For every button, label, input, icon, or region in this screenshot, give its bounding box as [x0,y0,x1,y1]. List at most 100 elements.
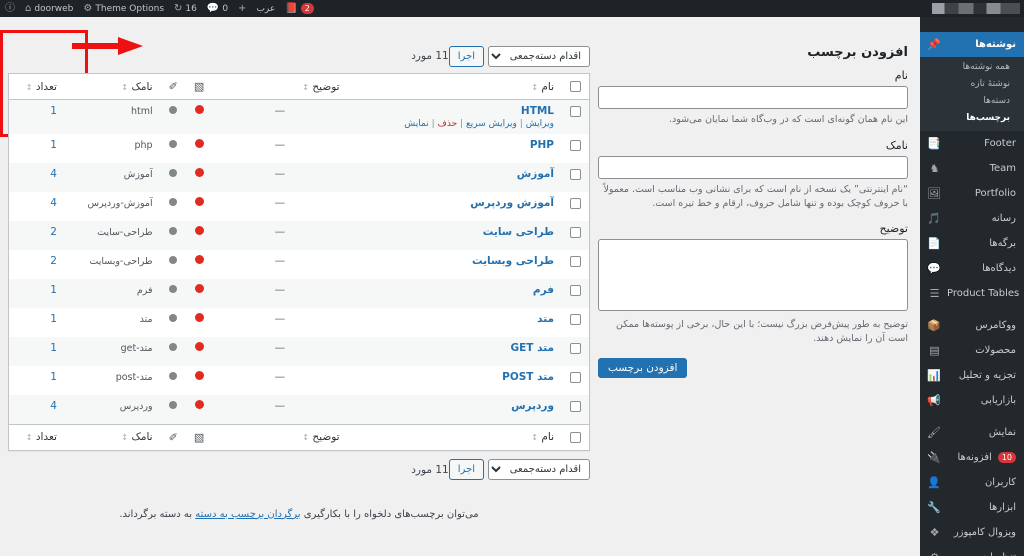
adminbar-yoast-seo[interactable]: 2 📕 [280,0,319,17]
table-row[interactable]: PHP — php 1 [8,134,590,163]
row-checkbox[interactable] [570,255,581,267]
red-dot-icon[interactable] [194,139,204,148]
row-status-red-cell[interactable] [186,250,212,279]
sidebar-item-settings[interactable]: ⚙ تنظیمات [920,545,1024,556]
row-checkbox[interactable] [570,400,581,412]
red-dot-icon[interactable] [194,197,204,206]
submenu-new-post[interactable]: نوشتهٔ تازه [920,76,1024,93]
row-checkbox-cell[interactable] [562,163,590,192]
row-name-link[interactable]: متد POST [502,371,554,383]
table-row[interactable]: آموزش وردپرس — آموزش-وردپرس 4 [8,192,590,221]
sidebar-item-posts[interactable]: 📌 نوشته‌ها [920,32,1024,57]
row-action-view[interactable]: نمایش [404,119,428,129]
table-row[interactable]: فرم — فرم 1 [8,279,590,308]
row-checkbox[interactable] [570,197,581,209]
row-status-grey-cell[interactable] [161,192,186,221]
row-name-link[interactable]: متد [537,313,554,325]
grey-dot-icon[interactable] [169,372,178,380]
sidebar-item-appearance[interactable]: 🖌 نمایش [920,420,1024,445]
row-name-link[interactable]: PHP [530,139,554,151]
sidebar-item-woocommerce[interactable]: 📦 ووکامرس [920,313,1024,338]
sidebar-item-footer[interactable]: 📑 Footer [920,131,1024,156]
table-row[interactable]: طراحی وبسایت — طراحی-وبسایت 2 [8,250,590,279]
row-checkbox[interactable] [570,226,581,238]
footer-count[interactable]: تعداد ↕ [8,423,65,450]
row-name-link[interactable]: HTML [521,105,554,117]
row-checkbox[interactable] [570,168,581,180]
add-tag-button[interactable]: افزودن برچسب [598,357,688,378]
sidebar-item-analytics[interactable]: 📊 تجزیه و تحلیل [920,363,1024,388]
row-name-link[interactable]: فرم [533,284,554,296]
row-status-grey-cell[interactable] [161,100,186,135]
header-icon-pencil[interactable]: ✐ [160,73,186,100]
red-dot-icon[interactable] [194,284,204,293]
row-checkbox[interactable] [570,139,581,151]
sidebar-item-media[interactable]: 🎵 رسانه [920,206,1024,231]
row-status-grey-cell[interactable] [161,395,186,424]
row-count-link[interactable]: 1 [50,105,57,117]
sidebar-item-products[interactable]: ▤ محصولات [920,338,1024,363]
row-status-grey-cell[interactable] [161,366,186,395]
adminbar-site-name[interactable]: doorweb ⌂ [20,0,78,17]
table-row[interactable]: متد — متد 1 [8,308,590,337]
row-checkbox-cell[interactable] [562,308,590,337]
footer-description[interactable]: توضیح ↕ [212,423,348,450]
row-status-red-cell[interactable] [186,337,212,366]
row-count-link[interactable]: 1 [50,313,57,325]
grey-dot-icon[interactable] [169,106,178,114]
row-status-red-cell[interactable] [186,192,212,221]
sidebar-item-users[interactable]: 👤 کاربران [920,470,1024,495]
footer-name[interactable]: نام ↕ [347,423,562,450]
table-row[interactable]: متد POST — متد-post 1 [8,366,590,395]
row-count-link[interactable]: 4 [50,197,57,209]
sidebar-item-product-tables[interactable]: ☰ Product Tables [920,281,1024,306]
row-name-link[interactable]: آموزش وردپرس [470,197,554,209]
row-checkbox-cell[interactable] [562,395,590,424]
row-action-quick-edit[interactable]: ویرایش سریع [466,119,517,129]
header-description[interactable]: توضیح ↕ [212,73,348,100]
header-icon-badge[interactable]: ▧ [185,73,213,100]
row-checkbox-cell[interactable] [562,337,590,366]
adminbar-comments[interactable]: 0 💬 [202,0,233,17]
row-count-link[interactable]: 4 [50,400,57,412]
footer-icon-badge[interactable]: ▧ [185,423,213,450]
tag-name-input[interactable] [598,86,908,109]
sidebar-item-tools[interactable]: 🔧 ابزارها [920,495,1024,520]
sidebar-item-plugins[interactable]: 🔌 افزونه‌ها 10 [920,445,1024,470]
red-dot-icon[interactable] [194,226,204,235]
footer-icon-pencil[interactable]: ✐ [160,423,186,450]
table-row[interactable]: طراحی سایت — طراحی-سایت 2 [8,221,590,250]
header-slug[interactable]: نامک ↕ [64,73,161,100]
footer-slug[interactable]: نامک ↕ [64,423,161,450]
row-status-red-cell[interactable] [186,134,212,163]
tag-slug-input[interactable] [598,155,908,179]
row-checkbox[interactable] [570,284,581,296]
row-count-link[interactable]: 1 [50,284,57,296]
grey-dot-icon[interactable] [169,285,178,293]
row-checkbox-cell[interactable] [562,279,590,308]
grey-dot-icon[interactable] [169,401,178,409]
row-action-delete[interactable]: حذف [438,119,458,129]
row-name-link[interactable]: آموزش [517,168,554,180]
red-dot-icon[interactable] [194,168,204,177]
row-name-link[interactable]: طراحی وبسایت [472,255,554,267]
submenu-tags[interactable]: برچسب‌ها [920,110,1024,127]
apply-button-top[interactable]: اجرا [448,45,484,67]
submenu-all-posts[interactable]: همه نوشته‌ها [920,59,1024,76]
grey-dot-icon[interactable] [169,227,178,235]
tag-description-textarea[interactable] [598,239,908,312]
row-checkbox[interactable] [570,105,581,117]
row-status-red-cell[interactable] [186,279,212,308]
row-count-link[interactable]: 1 [50,342,57,354]
row-status-grey-cell[interactable] [161,221,186,250]
row-status-grey-cell[interactable] [161,337,186,366]
row-status-red-cell[interactable] [186,221,212,250]
row-checkbox-cell[interactable] [562,100,590,135]
row-name-link[interactable]: طراحی سایت [483,226,554,238]
row-status-grey-cell[interactable] [161,163,186,192]
grey-dot-icon[interactable] [169,256,178,264]
submenu-categories[interactable]: دسته‌ها [920,93,1024,110]
adminbar-language[interactable]: عرب [251,0,280,17]
row-checkbox-cell[interactable] [562,221,590,250]
row-count-link[interactable]: 2 [50,255,57,267]
